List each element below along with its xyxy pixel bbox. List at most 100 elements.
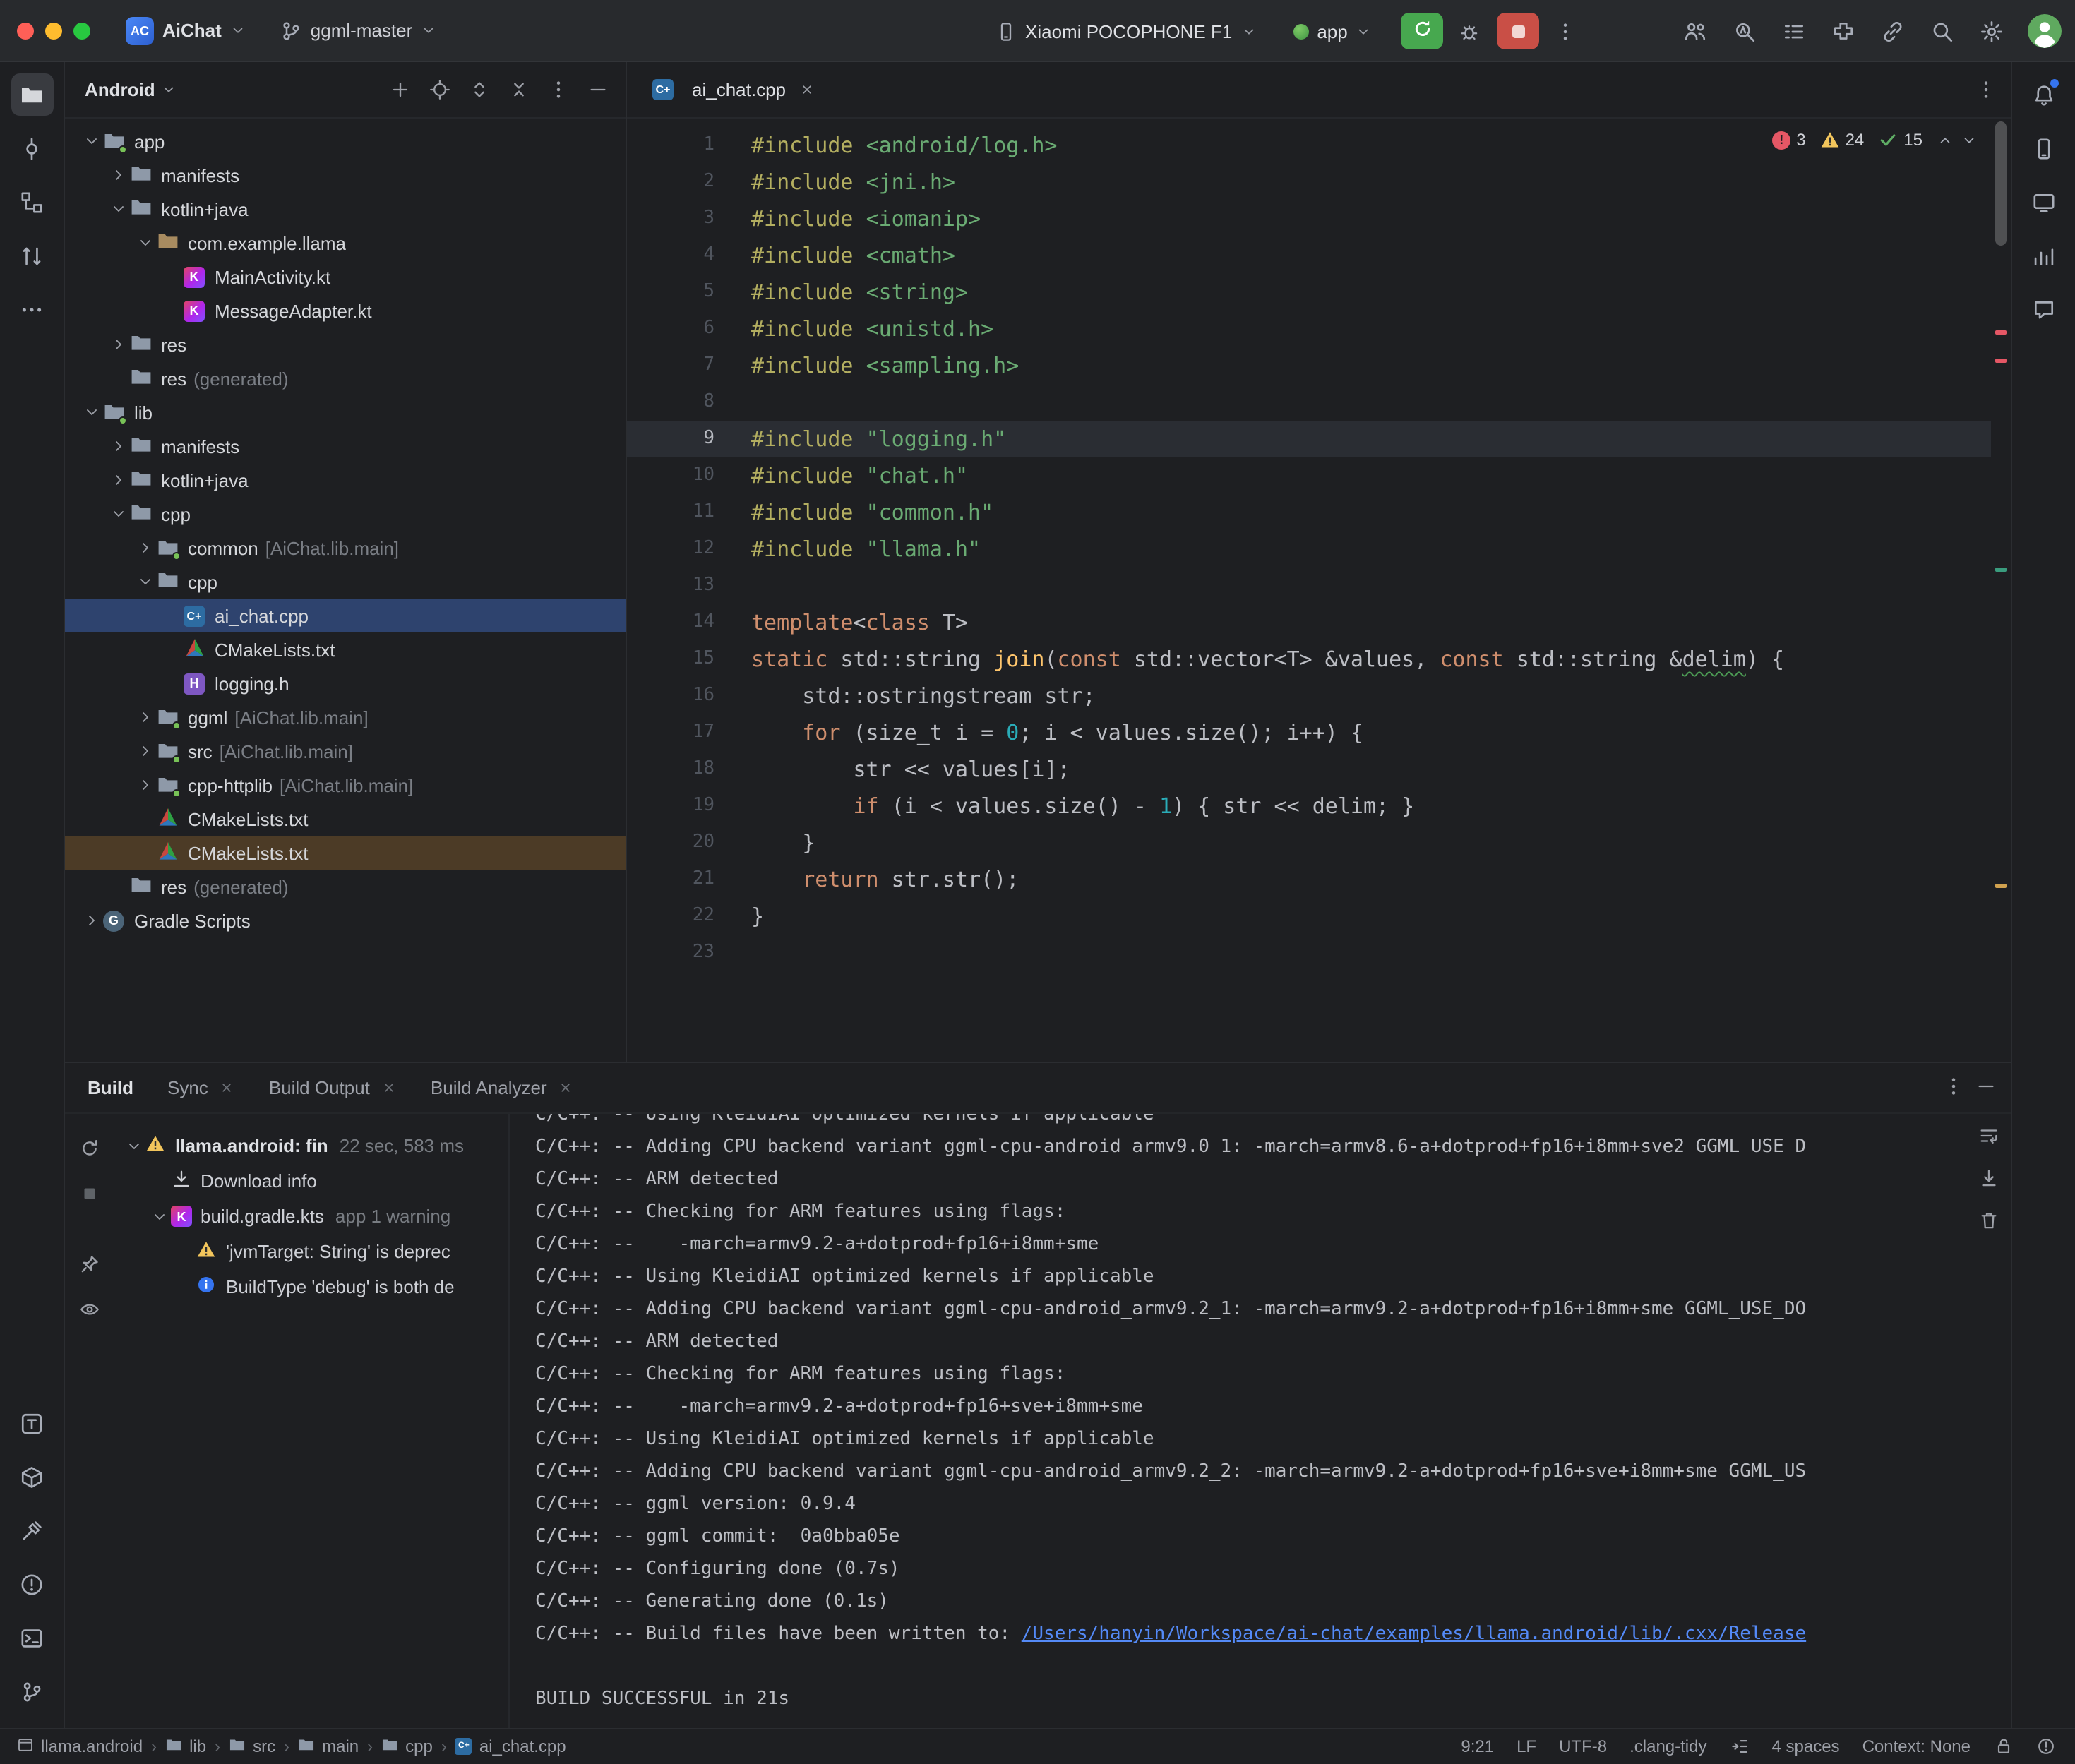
build-tab-build-output[interactable]: Build Output [269, 1077, 397, 1098]
project-tree-item-com-example-llama-3[interactable]: com.example.llama [65, 226, 626, 260]
project-tree-item-gradle-scripts-23[interactable]: G Gradle Scripts [65, 904, 626, 937]
project-tree-item-cpp-13[interactable]: cpp [65, 565, 626, 599]
chevron-right-icon[interactable] [106, 438, 130, 455]
add-icon[interactable] [383, 73, 417, 107]
running-devices-icon[interactable] [2022, 181, 2064, 223]
chevron-down-icon[interactable] [79, 404, 103, 421]
pull-requests-icon[interactable] [11, 234, 53, 277]
panel-options-icon[interactable] [1942, 1075, 1963, 1100]
chevron-down-icon[interactable] [133, 573, 157, 590]
project-tree-item-manifests-9[interactable]: manifests [65, 429, 626, 463]
project-tree-item-messageadapter-kt-5[interactable]: K MessageAdapter.kt [65, 294, 626, 328]
pin-icon[interactable] [72, 1247, 106, 1280]
commit-icon[interactable] [11, 127, 53, 169]
project-tree-item-app-0[interactable]: app [65, 124, 626, 158]
editor-tab-ai-chat-cpp[interactable]: C+ ai_chat.cpp [635, 62, 831, 117]
project-tree-item-cpp-11[interactable]: cpp [65, 497, 626, 531]
clear-icon[interactable] [1978, 1210, 1999, 1235]
build-tree-item-llama-android-fin[interactable]: llama.android: fin 22 sec, 583 ms [113, 1128, 508, 1163]
search-actions-icon[interactable] [1725, 11, 1764, 51]
build-tree-item-buildtype-debug-is-both-de[interactable]: BuildType 'debug' is both de [113, 1269, 508, 1304]
chevron-right-icon[interactable] [79, 912, 103, 929]
scroll-end-icon[interactable] [1978, 1168, 1999, 1193]
warning-stripe-mark[interactable] [1995, 884, 2006, 888]
settings-icon[interactable] [1972, 11, 2011, 51]
expand-all-icon[interactable] [462, 73, 496, 107]
dependencies-icon[interactable] [11, 1456, 53, 1499]
project-tree-item-kotlin-java-2[interactable]: kotlin+java [65, 192, 626, 226]
project-tree-item-cmakelists-txt-15[interactable]: CMakeLists.txt [65, 632, 626, 666]
breadcrumb-main[interactable]: main [298, 1736, 359, 1757]
project-icon[interactable] [11, 73, 53, 116]
chevron-down-icon[interactable] [133, 234, 157, 251]
prev-problem-icon[interactable] [1937, 132, 1952, 148]
chevron-down-icon[interactable] [106, 200, 130, 217]
assistant-icon[interactable] [2022, 288, 2064, 330]
build-tree-item-build-gradle-kts[interactable]: K build.gradle.kts app 1 warning [113, 1199, 508, 1234]
project-tree-item-common-12[interactable]: common [AiChat.lib.main] [65, 531, 626, 565]
code-with-me-icon[interactable] [1675, 11, 1715, 51]
build-tab-build[interactable]: Build [88, 1077, 133, 1098]
chevron-down-icon[interactable] [106, 505, 130, 522]
project-tree-item-cpp-httplib-19[interactable]: cpp-httplib [AiChat.lib.main] [65, 768, 626, 802]
terminal-icon[interactable] [11, 1617, 53, 1660]
chevron-right-icon[interactable] [133, 743, 157, 760]
eye-icon[interactable] [72, 1292, 106, 1326]
ide-events-icon[interactable] [2035, 1736, 2055, 1756]
device-selector[interactable]: Xiaomi POCOPHONE F1 [986, 16, 1266, 46]
task-list-icon[interactable] [1774, 11, 1814, 51]
tab-options-icon[interactable] [1975, 79, 1996, 100]
project-tree-item-kotlin-java-10[interactable]: kotlin+java [65, 463, 626, 497]
project-tree-item-lib-8[interactable]: lib [65, 395, 626, 429]
chevron-right-icon[interactable] [106, 472, 130, 488]
soft-wrap-icon[interactable] [1978, 1125, 1999, 1151]
stop-square-icon[interactable] [72, 1176, 106, 1210]
chevron-down-icon[interactable] [161, 82, 177, 97]
chevron-right-icon[interactable] [133, 709, 157, 726]
problems-icon[interactable] [11, 1564, 53, 1606]
minimize-window-button[interactable] [45, 22, 62, 39]
inspection-widget[interactable]: !3 24 15 [1772, 130, 1976, 150]
hide-panel-icon[interactable] [1975, 1075, 1996, 1100]
caret-position[interactable]: 9:21 [1461, 1736, 1494, 1756]
build-tab-build-analyzer[interactable]: Build Analyzer [431, 1077, 574, 1098]
next-problem-icon[interactable] [1961, 132, 1976, 148]
close-window-button[interactable] [17, 22, 34, 39]
close-icon[interactable] [381, 1080, 397, 1096]
breadcrumb-src[interactable]: src [229, 1736, 275, 1757]
breadcrumb-cpp[interactable]: cpp [381, 1736, 433, 1757]
notifications-icon[interactable] [2022, 73, 2064, 116]
build-console[interactable]: C/C++: -- Using KleidiAI optimized kerne… [508, 1114, 2010, 1727]
file-encoding[interactable]: UTF-8 [1559, 1736, 1607, 1756]
more-tool-windows-icon[interactable] [11, 288, 53, 330]
project-tree-item-mainactivity-kt-4[interactable]: K MainActivity.kt [65, 260, 626, 294]
breadcrumb-llama-android[interactable]: llama.android [17, 1736, 143, 1757]
project-tree-item-res-22[interactable]: res (generated) [65, 870, 626, 904]
todo-icon[interactable] [11, 1403, 53, 1445]
chevron-down-icon[interactable] [79, 133, 103, 150]
breadcrumb-ai-chat-cpp[interactable]: C+ai_chat.cpp [455, 1736, 566, 1756]
build-icon[interactable] [11, 1510, 53, 1552]
build-tree-item-jvmtarget-string-is-deprec[interactable]: 'jvmTarget: String' is deprec [113, 1234, 508, 1269]
run-configuration-selector[interactable]: app [1283, 16, 1381, 46]
project-tree-item-ai-chat-cpp-14[interactable]: C+ ai_chat.cpp [65, 599, 626, 632]
project-tree-item-manifests-1[interactable]: manifests [65, 158, 626, 192]
close-icon[interactable] [558, 1080, 574, 1096]
structure-icon[interactable] [11, 181, 53, 223]
project-tree-item-cmakelists-txt-20[interactable]: CMakeLists.txt [65, 802, 626, 836]
search-everywhere-icon[interactable] [1922, 11, 1962, 51]
project-tree-item-cmakelists-txt-21[interactable]: CMakeLists.txt [65, 836, 626, 870]
chevron-right-icon[interactable] [106, 336, 130, 353]
context-selector[interactable]: Context: None [1862, 1736, 1971, 1756]
indentation[interactable]: 4 spaces [1772, 1736, 1840, 1756]
project-tree-item-logging-h-16[interactable]: H logging.h [65, 666, 626, 700]
close-icon[interactable] [799, 82, 814, 97]
vcs-branch-selector[interactable]: ggml-master [270, 15, 447, 46]
chevron-down-icon[interactable] [147, 1208, 171, 1225]
panel-options-icon[interactable] [541, 73, 575, 107]
indent-icon[interactable] [1730, 1736, 1750, 1756]
run-button[interactable] [1401, 13, 1444, 49]
locate-file-icon[interactable] [422, 73, 456, 107]
chevron-right-icon[interactable] [106, 167, 130, 184]
project-tree-item-res-7[interactable]: res (generated) [65, 361, 626, 395]
